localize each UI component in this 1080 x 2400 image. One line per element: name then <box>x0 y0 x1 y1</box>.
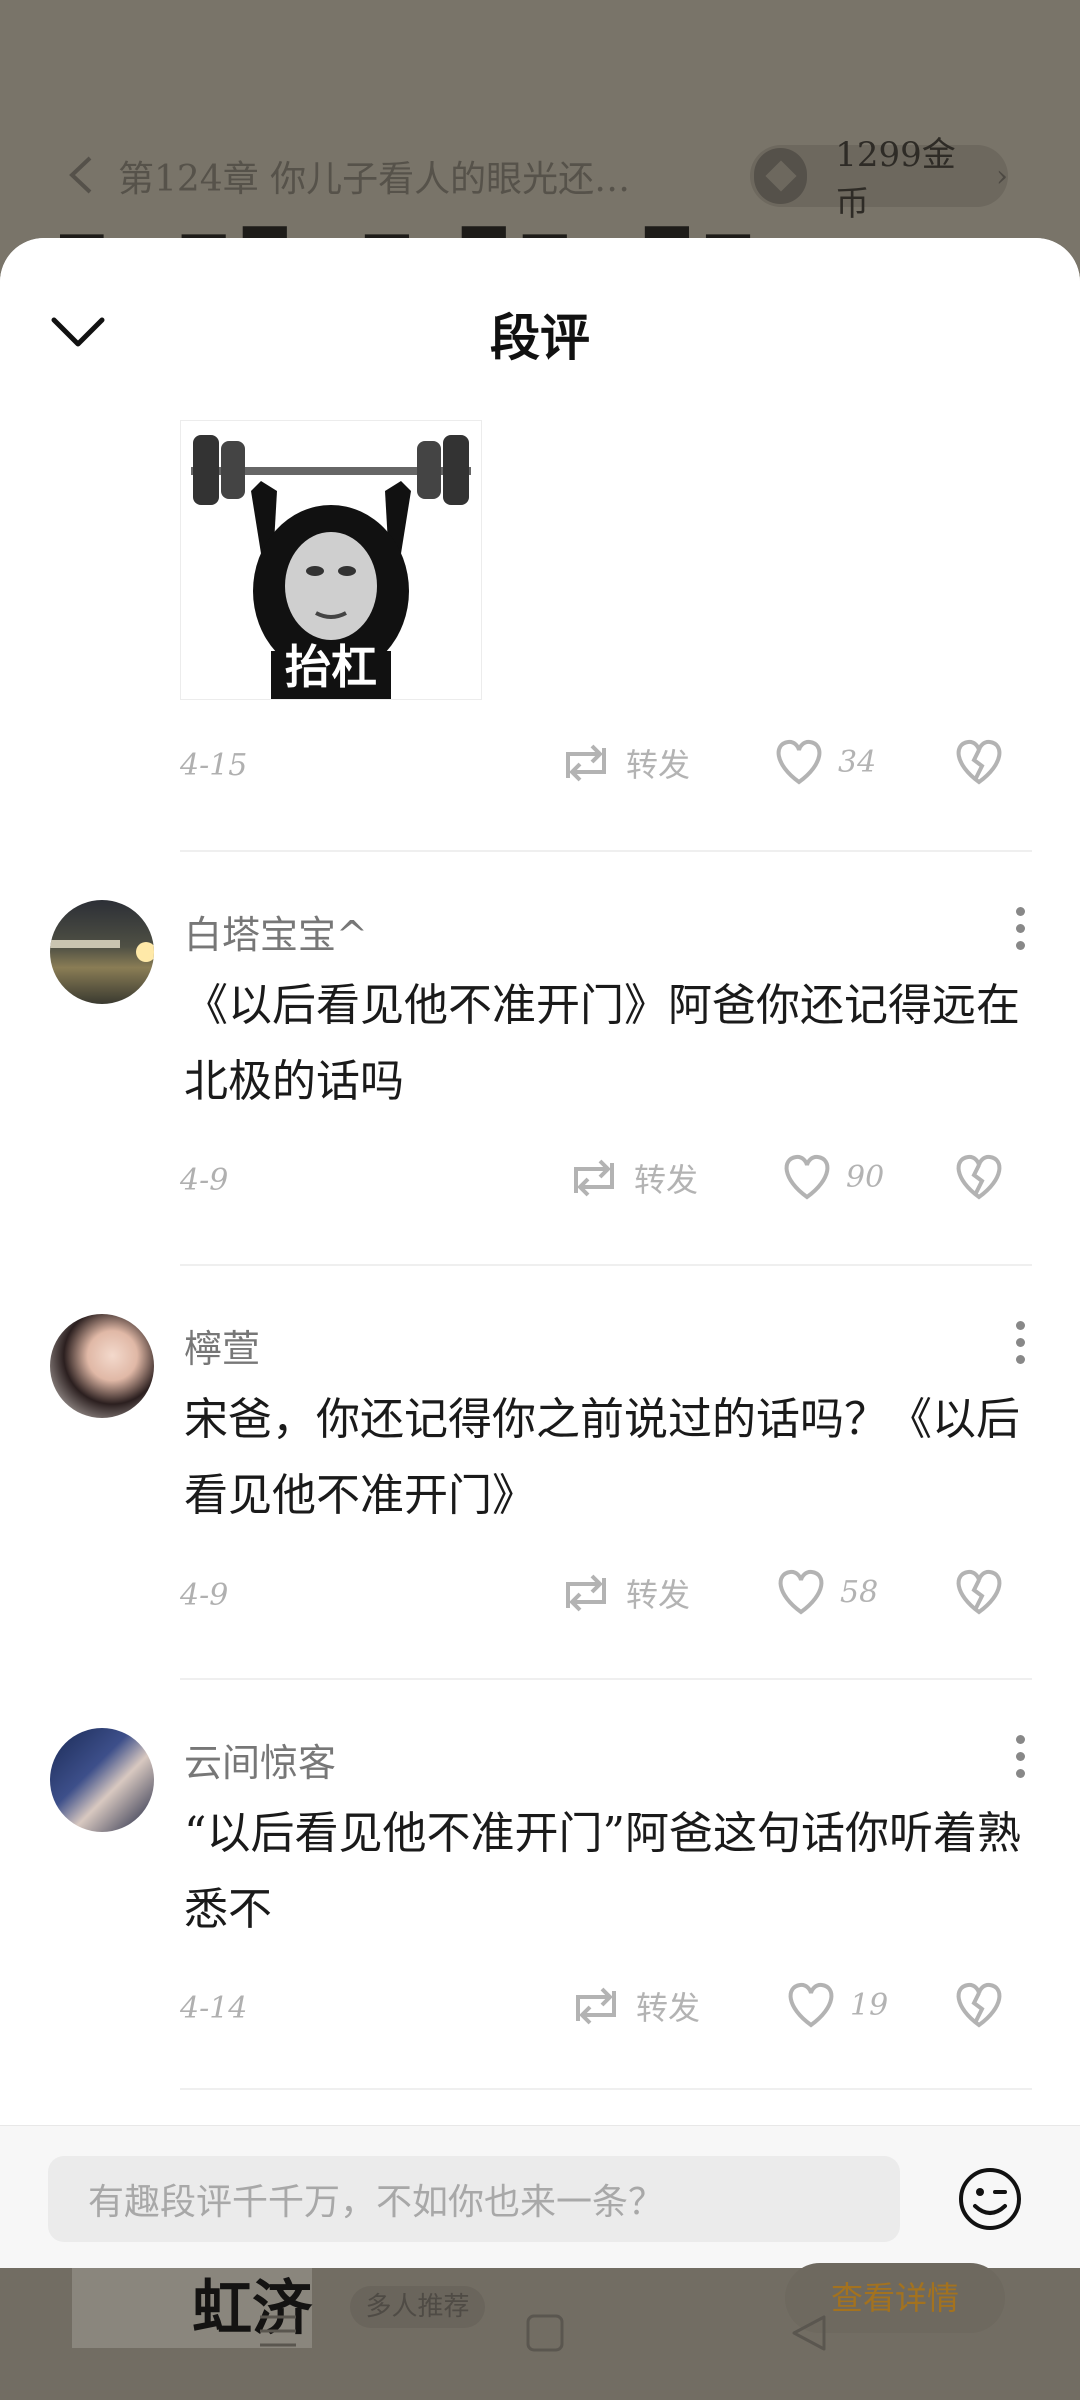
more-icon[interactable] <box>1005 1316 1035 1376</box>
repost-button[interactable]: 转发 <box>558 1568 690 1618</box>
meme-image[interactable]: 抬杠 <box>180 420 482 700</box>
repost-label: 转发 <box>626 1576 691 1614</box>
like-count: 34 <box>838 744 877 780</box>
comment-input-bar: 有趣段评千千万，不如你也来一条？ <box>0 2125 1080 2268</box>
comment-meta: 4-14 转发 19 <box>180 1981 1040 2041</box>
repost-label: 转发 <box>626 746 691 784</box>
repost-label: 转发 <box>634 1161 699 1199</box>
comment-date: 4-15 <box>180 748 248 783</box>
divider <box>180 1264 1032 1266</box>
emoji-icon[interactable] <box>957 2166 1023 2232</box>
repost-label: 转发 <box>636 1989 701 2027</box>
reader-footer-dimmed: 虹济 多人推荐 查看详情 <box>0 2263 1080 2400</box>
comment-date: 4-9 <box>180 1578 229 1613</box>
avatar[interactable] <box>50 1314 154 1418</box>
chevron-right-icon: › <box>996 158 1008 194</box>
repost-icon <box>566 744 606 782</box>
comment-username[interactable]: 白塔宝宝^ <box>184 904 368 959</box>
more-icon[interactable] <box>1005 1730 1035 1790</box>
sheet-title: 段评 <box>490 308 590 367</box>
repost-icon <box>566 1574 606 1612</box>
like-button[interactable]: 34 <box>772 738 876 786</box>
repost-button[interactable]: 转发 <box>558 738 690 788</box>
comment-meta: 4-9 转发 58 <box>180 1568 1040 1628</box>
comment-username[interactable]: 云间惊客 <box>184 1732 336 1787</box>
repost-button[interactable]: 转发 <box>566 1153 698 1203</box>
more-icon[interactable] <box>1005 902 1035 962</box>
comment-input-placeholder: 有趣段评千千万，不如你也来一条？ <box>88 2182 665 2223</box>
back-icon[interactable] <box>62 150 102 200</box>
sheet-header: 段评 <box>0 238 1080 408</box>
divider <box>180 1678 1032 1680</box>
repost-button[interactable]: 转发 <box>568 1981 700 2031</box>
broken-heart-icon[interactable] <box>952 1153 1006 1201</box>
recommend-tag: 多人推荐 <box>350 2286 485 2328</box>
like-count: 58 <box>840 1574 879 1610</box>
like-button[interactable]: 58 <box>774 1568 878 1616</box>
comment-meta: 4-9 转发 90 <box>180 1153 1040 1213</box>
coin-amount: 1299金币 <box>835 135 956 224</box>
home-nav-icon[interactable] <box>525 2313 565 2353</box>
avatar[interactable] <box>50 900 154 1004</box>
like-button[interactable]: 90 <box>780 1153 884 1201</box>
comment-sheet: 段评 抬杠 4-15 转发 34 白塔宝宝^ 《以后看见他不准开门》阿爸你还记得… <box>0 238 1080 2268</box>
like-button[interactable]: 19 <box>784 1981 888 2029</box>
heart-icon <box>788 1982 834 2028</box>
repost-icon <box>574 1159 614 1197</box>
broken-heart-icon[interactable] <box>952 1568 1006 1616</box>
broken-heart-icon[interactable] <box>952 738 1006 786</box>
heart-icon <box>776 739 822 785</box>
avatar[interactable] <box>50 1728 154 1832</box>
comment-date: 4-9 <box>180 1163 229 1198</box>
coin-icon <box>754 148 808 204</box>
comment-meta: 4-15 转发 34 <box>180 738 1040 798</box>
chapter-title: 第124章 你儿子看人的眼光还… <box>118 159 631 200</box>
reader-header-dimmed: 第124章 你儿子看人的眼光还… 1299金币 › <box>0 0 1080 240</box>
comment-username[interactable]: 檸萱 <box>184 1318 260 1373</box>
coin-balance[interactable]: 1299金币 › <box>750 135 1008 224</box>
back-nav-icon[interactable] <box>790 2313 830 2353</box>
broken-heart-icon[interactable] <box>952 1981 1006 2029</box>
comment-text: “以后看见他不准开门”阿爸这句话你听着熟悉不 <box>184 1808 1021 1935</box>
divider <box>180 2088 1032 2090</box>
comment-text: 《以后看见他不准开门》阿爸你还记得远在北极的话吗 <box>184 980 1020 1107</box>
like-count: 19 <box>850 1987 889 2023</box>
meme-caption: 抬杠 <box>285 640 377 694</box>
menu-nav-icon[interactable] <box>258 2313 298 2349</box>
comment-date: 4-14 <box>180 1991 248 2026</box>
repost-icon <box>576 1987 616 2025</box>
like-count: 90 <box>846 1159 885 1195</box>
comment-text: 宋爸，你还记得你之前说过的话吗？《以后看见他不准开门》 <box>184 1394 1020 1521</box>
divider <box>180 850 1032 852</box>
heart-icon <box>784 1154 830 1200</box>
heart-icon <box>778 1569 824 1615</box>
comment-input[interactable]: 有趣段评千千万，不如你也来一条？ <box>48 2156 900 2242</box>
